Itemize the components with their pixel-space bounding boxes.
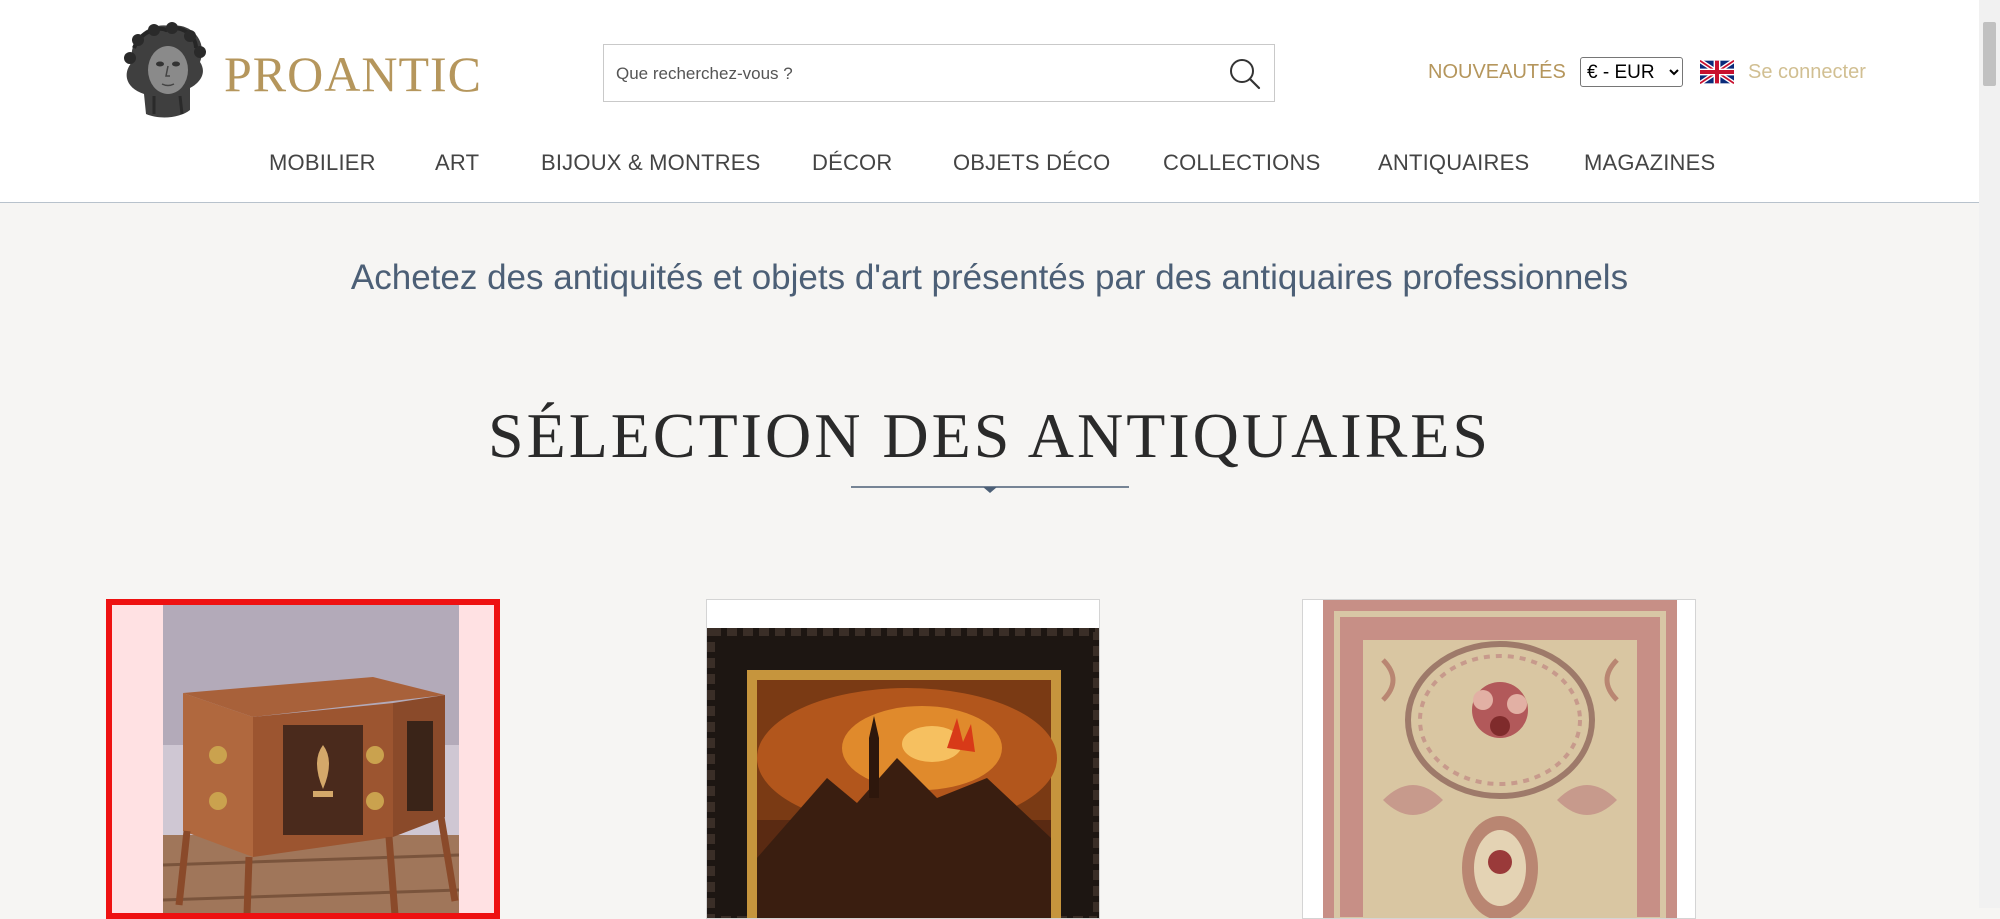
search-input[interactable] (614, 57, 1198, 91)
search-icon[interactable] (1226, 55, 1264, 93)
nav-item-objets-deco[interactable]: OBJETS DÉCO (953, 150, 1110, 176)
main-nav: MOBILIER ART BIJOUX & MONTRES DÉCOR OBJE… (0, 140, 1979, 186)
aubusson-rug-image[interactable] (1323, 600, 1677, 919)
page-tagline: Achetez des antiquités et objets d'art p… (350, 258, 1629, 297)
nav-item-mobilier[interactable]: MOBILIER (269, 150, 376, 176)
product-card[interactable] (106, 599, 500, 919)
site-header: PROANTIC NOUVEAUTÉS € - EUR Se connecter… (0, 0, 1979, 203)
logo-text[interactable]: PROANTIC (224, 44, 482, 104)
nav-item-art[interactable]: ART (435, 150, 479, 176)
uk-flag-icon[interactable] (1700, 60, 1734, 84)
product-card[interactable] (1302, 599, 1696, 919)
nav-item-decor[interactable]: DÉCOR (812, 150, 892, 176)
night-fire-painting-image[interactable] (707, 628, 1100, 919)
section-title: SÉLECTION DES ANTIQUAIRES (488, 400, 1491, 471)
nav-item-collections[interactable]: COLLECTIONS (1163, 150, 1320, 176)
new-arrivals-link[interactable]: NOUVEAUTÉS (1428, 58, 1566, 86)
currency-select[interactable]: € - EUR (1580, 57, 1683, 87)
title-divider (851, 486, 1129, 493)
logo-bust-icon[interactable] (110, 18, 212, 122)
marquetry-commode-image[interactable] (163, 605, 459, 919)
scrollbar-thumb[interactable] (1983, 22, 1996, 86)
page-scrollbar[interactable] (1979, 0, 2000, 908)
search-bar (603, 44, 1275, 102)
nav-item-antiquaires[interactable]: ANTIQUAIRES (1378, 150, 1529, 176)
nav-item-magazines[interactable]: MAGAZINES (1584, 150, 1715, 176)
nav-item-bijoux-montres[interactable]: BIJOUX & MONTRES (541, 150, 761, 176)
product-card[interactable] (706, 599, 1100, 919)
login-link[interactable]: Se connecter (1748, 58, 1866, 86)
